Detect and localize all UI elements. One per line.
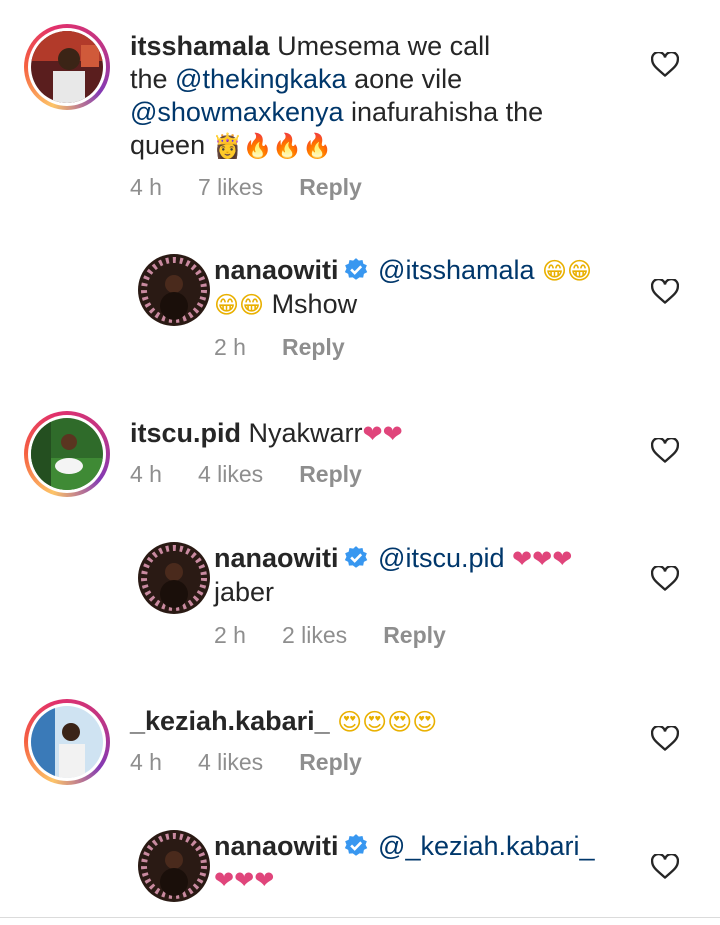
comment-meta: 2 h Reply bbox=[214, 334, 381, 361]
comment-text: nanaowiti @itscu.pid ❤❤❤ jaber bbox=[214, 542, 634, 609]
heart-outline-icon[interactable] bbox=[651, 726, 679, 752]
comment-text: nanaowiti @_keziah.kabari_ ❤❤❤ bbox=[214, 830, 634, 897]
comment-body: the bbox=[130, 64, 176, 94]
timestamp: 4 h bbox=[130, 749, 162, 775]
timestamp: 2 h bbox=[214, 622, 246, 648]
mention-link[interactable]: @itscu.pid bbox=[378, 543, 504, 573]
mention-link[interactable]: @_keziah.kabari_ bbox=[378, 831, 595, 861]
comment-body: Mshow bbox=[271, 289, 358, 319]
username[interactable]: nanaowiti bbox=[214, 831, 339, 861]
username[interactable]: itscu.pid bbox=[130, 418, 241, 448]
comment-meta: 4 h 4 likes Reply bbox=[130, 749, 398, 776]
avatar[interactable] bbox=[24, 411, 110, 497]
emoji-group: 👸🔥🔥🔥 bbox=[212, 132, 333, 160]
mention-link[interactable]: @thekingkaka bbox=[175, 64, 347, 94]
username[interactable]: nanaowiti bbox=[214, 255, 339, 285]
likes-count[interactable]: 2 likes bbox=[282, 622, 347, 648]
heart-outline-icon[interactable] bbox=[651, 52, 679, 78]
username[interactable]: nanaowiti bbox=[214, 543, 339, 573]
timestamp: 4 h bbox=[130, 461, 162, 487]
comment-meta: 2 h 2 likes Reply bbox=[214, 622, 482, 649]
avatar[interactable] bbox=[131, 535, 217, 621]
emoji-group: ❤❤❤ bbox=[512, 545, 573, 573]
heart-outline-icon[interactable] bbox=[651, 566, 679, 592]
likes-count[interactable]: 4 likes bbox=[198, 749, 263, 775]
comment-body: inafurahisha the bbox=[343, 97, 544, 127]
comment-text: nanaowiti @itsshamala 😁😁 😁😁 Mshow bbox=[214, 254, 634, 322]
emoji-group: ❤❤ bbox=[362, 420, 403, 448]
comment-text: itsshamala Umesema we call the @thekingk… bbox=[130, 30, 590, 163]
avatar[interactable] bbox=[131, 247, 217, 333]
comment-meta: 4 h 4 likes Reply bbox=[130, 461, 398, 488]
reply-button[interactable]: Reply bbox=[282, 334, 345, 360]
avatar[interactable] bbox=[24, 699, 110, 785]
comment-body: aone vile bbox=[346, 64, 463, 94]
comment-body: jaber bbox=[214, 577, 275, 607]
emoji-group: ❤❤❤ bbox=[214, 866, 275, 894]
heart-outline-icon[interactable] bbox=[651, 438, 679, 464]
comment-meta: 4 h 7 likes Reply bbox=[130, 174, 398, 201]
emoji-group: 😍😍😍😍 bbox=[337, 708, 438, 736]
comment-body: Umesema we call bbox=[277, 31, 491, 61]
heart-outline-icon[interactable] bbox=[651, 279, 679, 305]
verified-badge-icon bbox=[344, 834, 367, 856]
emoji-group: 😁😁 bbox=[542, 257, 593, 285]
avatar[interactable] bbox=[24, 24, 110, 110]
username[interactable]: _keziah.kabari_ bbox=[130, 706, 330, 736]
timestamp: 2 h bbox=[214, 334, 246, 360]
reply-button[interactable]: Reply bbox=[299, 174, 362, 200]
likes-count[interactable]: 7 likes bbox=[198, 174, 263, 200]
verified-badge-icon bbox=[344, 258, 367, 280]
comment-text: itscu.pid Nyakwarr❤❤ bbox=[130, 417, 590, 451]
reply-button[interactable]: Reply bbox=[299, 749, 362, 775]
mention-link[interactable]: @itsshamala bbox=[378, 255, 534, 285]
comment-text: _keziah.kabari_ 😍😍😍😍 bbox=[130, 705, 590, 739]
emoji-group: 😁😁 bbox=[214, 291, 265, 319]
divider bbox=[0, 917, 720, 918]
timestamp: 4 h bbox=[130, 174, 162, 200]
avatar[interactable] bbox=[131, 823, 217, 909]
comment-body: queen bbox=[130, 130, 206, 160]
comment-body: Nyakwarr bbox=[248, 418, 363, 448]
mention-link[interactable]: @showmaxkenya bbox=[130, 97, 344, 127]
likes-count[interactable]: 4 likes bbox=[198, 461, 263, 487]
reply-button[interactable]: Reply bbox=[383, 622, 446, 648]
heart-outline-icon[interactable] bbox=[651, 854, 679, 880]
verified-badge-icon bbox=[344, 546, 367, 568]
username[interactable]: itsshamala bbox=[130, 31, 270, 61]
reply-button[interactable]: Reply bbox=[299, 461, 362, 487]
